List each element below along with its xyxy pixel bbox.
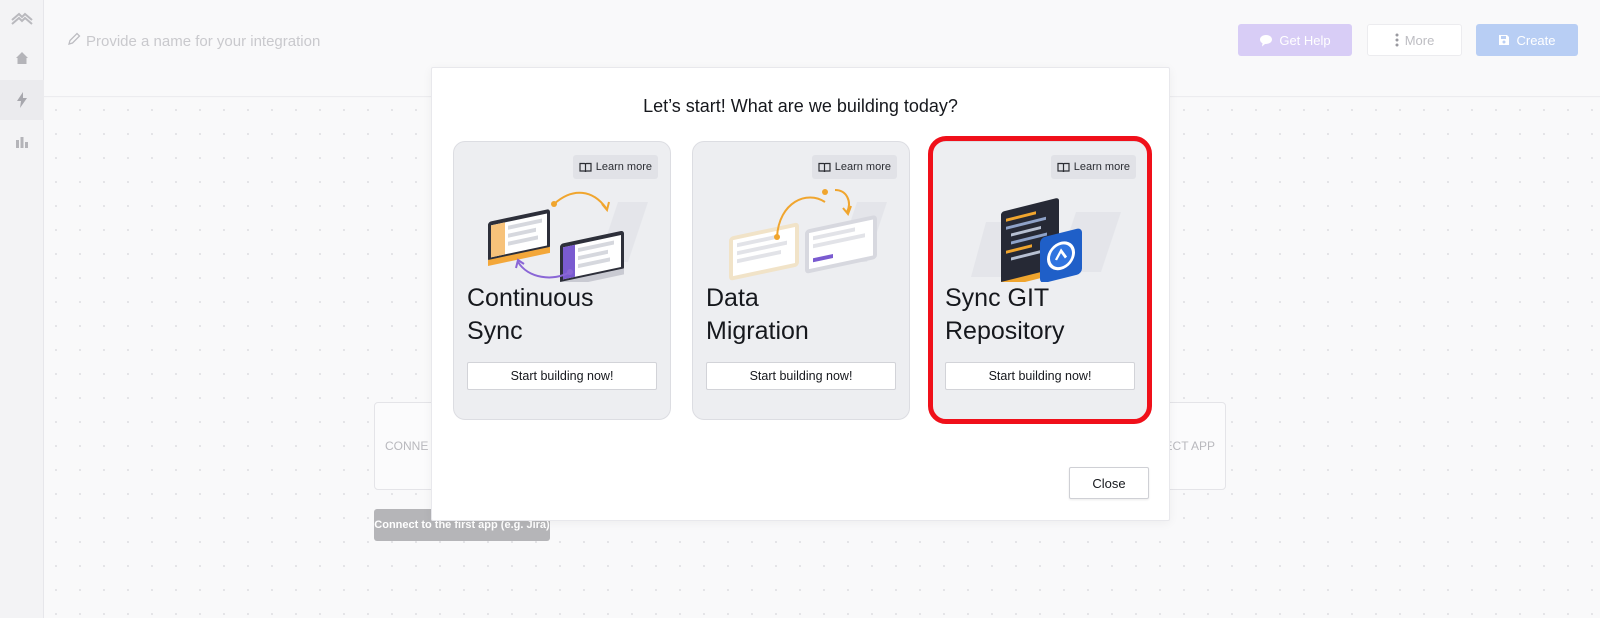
learn-more-link[interactable]: Learn more xyxy=(1050,155,1136,179)
connect-right-label: ECT APP xyxy=(1164,439,1215,453)
learn-more-link[interactable]: Learn more xyxy=(572,155,658,179)
data-migration-illustration xyxy=(729,189,887,281)
logo-icon[interactable] xyxy=(0,0,44,40)
get-help-button[interactable]: Get Help xyxy=(1238,24,1352,56)
learn-more-label: Learn more xyxy=(834,161,891,173)
create-button[interactable]: Create xyxy=(1476,24,1578,56)
card-title: Continuous Sync xyxy=(467,284,594,345)
card-sync-git-repository[interactable]: Learn more Sync GIT Repository Start bui… xyxy=(931,141,1149,420)
continuous-sync-illustration xyxy=(488,191,648,282)
start-building-button[interactable]: Start building now! xyxy=(467,362,657,390)
learn-more-label: Learn more xyxy=(595,161,652,173)
integration-name-input[interactable] xyxy=(68,28,488,54)
kebab-icon xyxy=(1395,33,1399,47)
chat-icon xyxy=(1260,34,1273,46)
save-icon xyxy=(1499,35,1510,45)
start-modal: Let’s start! What are we building today?… xyxy=(431,67,1170,521)
learn-more-link[interactable]: Learn more xyxy=(811,155,897,179)
card-continuous-sync[interactable]: Learn more Continuous Sync Start buildin… xyxy=(453,141,671,420)
get-help-label: Get Help xyxy=(1279,32,1331,48)
chart-icon[interactable] xyxy=(0,122,44,162)
create-label: Create xyxy=(1516,32,1556,48)
git-repository-illustration xyxy=(971,198,1121,282)
more-button[interactable]: More xyxy=(1367,24,1462,56)
book-icon xyxy=(579,162,592,172)
more-label: More xyxy=(1404,32,1435,48)
start-building-button[interactable]: Start building now! xyxy=(706,362,896,390)
book-icon xyxy=(818,162,831,172)
card-title: Sync GIT Repository xyxy=(945,284,1065,345)
book-icon xyxy=(1057,162,1070,172)
start-building-button[interactable]: Start building now! xyxy=(945,362,1135,390)
connect-left-label: CONNE xyxy=(385,439,429,453)
modal-title: Let’s start! What are we building today? xyxy=(643,96,958,116)
home-icon[interactable] xyxy=(0,38,44,78)
learn-more-label: Learn more xyxy=(1073,161,1130,173)
close-button[interactable]: Close xyxy=(1069,467,1149,499)
card-title: Data Migration xyxy=(706,284,809,345)
bolt-icon[interactable] xyxy=(0,80,44,120)
card-data-migration[interactable]: Learn more Data Migration Start building… xyxy=(692,141,910,420)
sidebar xyxy=(0,0,44,618)
